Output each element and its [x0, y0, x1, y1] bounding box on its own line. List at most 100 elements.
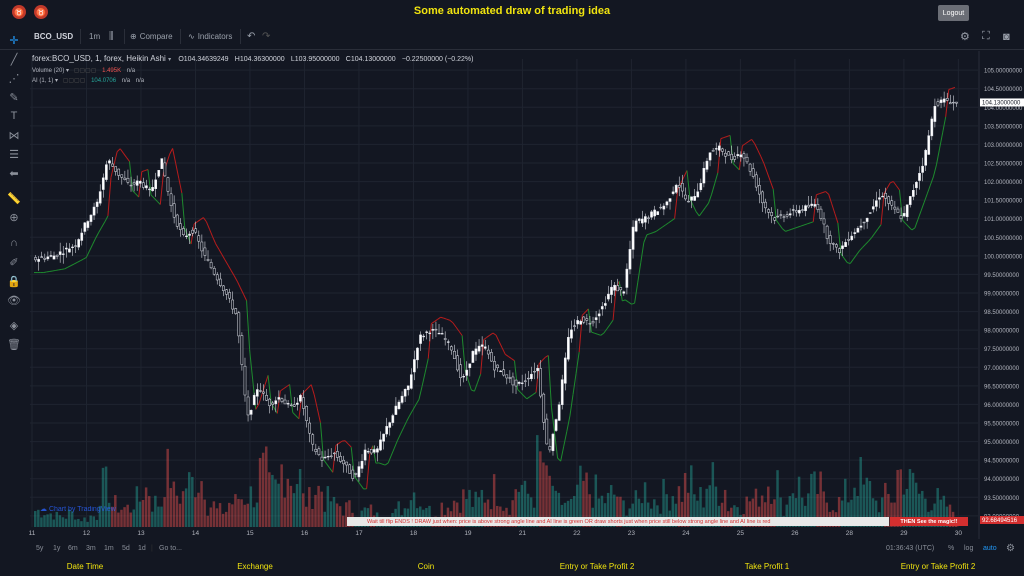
- candle-body: [280, 398, 284, 402]
- ai-line-segment: [473, 382, 478, 392]
- ai-line-segment: [122, 152, 127, 158]
- candle-body: [542, 393, 546, 423]
- ai-line-segment: [43, 271, 47, 274]
- range-1d[interactable]: 1d: [138, 545, 146, 552]
- trend-line-icon[interactable]: ╱: [6, 51, 22, 67]
- layers-icon[interactable]: ◈: [6, 317, 22, 333]
- undo-icon[interactable]: ↶: [247, 24, 255, 49]
- ai-line-segment: [763, 163, 768, 173]
- candle-body: [89, 214, 93, 222]
- text-icon[interactable]: T: [6, 108, 22, 124]
- ai-line-segment: [652, 230, 657, 234]
- candle-body: [175, 214, 179, 227]
- range-1m[interactable]: 1m: [104, 545, 114, 552]
- volume-bar: [34, 511, 37, 527]
- pattern-icon[interactable]: ⋈: [6, 127, 22, 143]
- utc-clock[interactable]: 01:36:43 (UTC): [886, 545, 934, 552]
- symbol-line[interactable]: forex:BCO_USD, 1, forex, Heikin Ashi: [32, 54, 166, 63]
- settings-gear-icon[interactable]: ⚙: [960, 24, 970, 49]
- volume-bar: [83, 517, 86, 527]
- fullscreen-icon[interactable]: ⛶: [982, 24, 990, 49]
- ai-line-segment: [511, 358, 515, 362]
- volume-bar: [295, 484, 299, 527]
- price-chart[interactable]: 105.00000000 104.50000000 104.00000000 103.…: [28, 51, 1024, 539]
- zoom-in-icon[interactable]: ⊕: [6, 209, 22, 225]
- log-toggle[interactable]: log: [964, 545, 973, 552]
- auto-toggle[interactable]: auto: [983, 545, 997, 552]
- ai-line-segment: [242, 293, 247, 301]
- candle-body: [838, 248, 841, 253]
- candle-body: [554, 419, 558, 431]
- volume-bar: [40, 517, 43, 527]
- chevron-down-icon[interactable]: ▾: [55, 78, 58, 84]
- y-tick-label: 103.50000000: [984, 124, 1023, 130]
- indicators-button[interactable]: ∿ Indicators: [188, 24, 232, 49]
- compare-label: Compare: [139, 32, 173, 41]
- ai-line-segment: [292, 412, 297, 416]
- x-tick-label: 30: [955, 530, 963, 537]
- range-1y[interactable]: 1y: [53, 545, 60, 552]
- ai-line-segment: [550, 406, 556, 433]
- crosshair-icon[interactable]: ✛: [6, 32, 22, 48]
- ai-line-segment: [403, 421, 408, 428]
- ai-legend[interactable]: AI (1, 1) ▾ ▢▢▢▢ 104.0706 n/a n/a: [32, 77, 144, 84]
- magnet-icon[interactable]: ∩: [6, 235, 22, 251]
- ai-line-segment: [517, 389, 521, 393]
- prediction-icon[interactable]: ☰: [6, 146, 22, 162]
- trash-icon[interactable]: 🗑: [6, 336, 22, 352]
- ai-line-segment: [477, 373, 482, 383]
- candle-body: [453, 350, 456, 359]
- candle-body: [933, 106, 937, 122]
- candle-body: [945, 98, 949, 101]
- goto-button[interactable]: Go to...: [159, 545, 182, 552]
- ai-line-segment: [692, 205, 697, 213]
- chevron-down-icon[interactable]: ▾: [168, 57, 171, 63]
- fib-icon[interactable]: ⋰: [6, 70, 22, 86]
- logout-button[interactable]: Logout: [938, 5, 969, 21]
- percent-toggle[interactable]: %: [948, 545, 954, 552]
- candle-body: [520, 382, 524, 384]
- brush-icon[interactable]: ✎: [6, 89, 22, 105]
- footer-entry-tp2: Entry or Take Profit 2: [559, 562, 635, 571]
- eye-icon[interactable]: 👁: [6, 292, 22, 308]
- volume-legend[interactable]: Volume (20) ▾ ▢▢▢▢ 1.495K n/a: [32, 67, 135, 74]
- range-5y[interactable]: 5y: [36, 545, 43, 552]
- camera-icon[interactable]: ◙: [1003, 24, 1010, 49]
- ai-line-segment: [541, 356, 546, 361]
- candle-body: [733, 156, 737, 160]
- lock-icon[interactable]: 🔒: [6, 273, 22, 289]
- volume-na: n/a: [126, 68, 136, 74]
- x-tick-label: 21: [519, 530, 527, 537]
- range-6m[interactable]: 6m: [68, 545, 78, 552]
- ai-line-segment: [504, 353, 509, 357]
- ai-line-segment: [172, 148, 177, 164]
- interval-selector[interactable]: 1m: [89, 24, 100, 49]
- candle-body: [533, 371, 536, 373]
- ai-line-segment: [529, 394, 534, 398]
- candle-body: [326, 456, 330, 458]
- candle-body: [850, 235, 854, 241]
- range-5d[interactable]: 5d: [122, 545, 130, 552]
- tradingview-watermark[interactable]: ☁ Chart by TradingView: [40, 505, 116, 513]
- pencil-lock-icon[interactable]: ✐: [6, 254, 22, 270]
- candle-body: [573, 325, 576, 327]
- compare-button[interactable]: ⊕ Compare: [130, 24, 173, 49]
- settings-gear-icon[interactable]: ⚙: [1006, 543, 1015, 554]
- ai-line-segment: [83, 256, 87, 260]
- legend-controls-icon[interactable]: ▢▢▢▢: [74, 68, 97, 74]
- chevron-down-icon[interactable]: ▾: [66, 68, 69, 74]
- symbol-search[interactable]: BCO_USD: [34, 24, 73, 49]
- candle-body: [625, 268, 629, 288]
- volume-bar: [55, 511, 59, 527]
- candle-body: [339, 456, 342, 462]
- ai-line-segment: [135, 193, 140, 198]
- range-3m[interactable]: 3m: [86, 545, 96, 552]
- candle-body: [613, 284, 616, 291]
- candle-body: [514, 379, 518, 387]
- redo-icon[interactable]: ↷: [262, 24, 270, 49]
- legend-controls-icon[interactable]: ▢▢▢▢: [63, 78, 86, 84]
- back-arrow-icon[interactable]: ⬅: [6, 165, 22, 181]
- magic-banner: THEN See the magic!!: [890, 517, 968, 526]
- ruler-icon[interactable]: 📏: [6, 190, 22, 206]
- chart-style-icon[interactable]: ⫼: [109, 24, 114, 49]
